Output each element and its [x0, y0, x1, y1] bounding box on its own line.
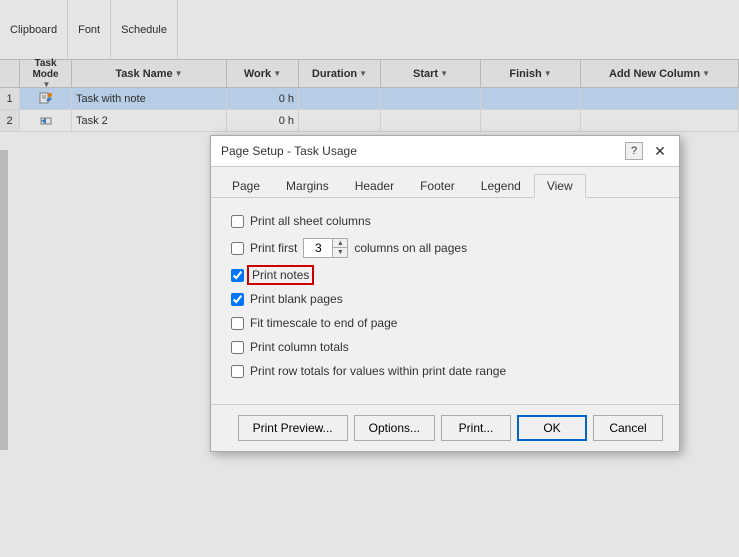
- fit-timescale-label: Fit timescale to end of page: [250, 316, 397, 330]
- tab-margins[interactable]: Margins: [273, 174, 342, 198]
- print-notes-checkbox[interactable]: [231, 269, 244, 282]
- option-print-col-totals: Print column totals: [231, 340, 659, 354]
- print-all-sheet-checkbox[interactable]: [231, 215, 244, 228]
- dialog-controls: ? ✕: [625, 142, 669, 160]
- dialog-footer: Print Preview... Options... Print... OK …: [211, 404, 679, 451]
- option-fit-timescale: Fit timescale to end of page: [231, 316, 659, 330]
- print-row-totals-checkbox[interactable]: [231, 365, 244, 378]
- option-print-first: Print first ▲ ▼ columns on all pages: [231, 238, 659, 258]
- tab-bar: Page Margins Header Footer Legend View: [211, 167, 679, 198]
- option-print-blank: Print blank pages: [231, 292, 659, 306]
- spinner-arrows: ▲ ▼: [332, 239, 347, 257]
- option-print-notes: Print notes: [231, 268, 659, 282]
- option-print-row-totals: Print row totals for values within print…: [231, 364, 659, 378]
- close-button[interactable]: ✕: [651, 142, 669, 160]
- dialog-content: Print all sheet columns Print first ▲ ▼ …: [211, 198, 679, 404]
- dialog-titlebar: Page Setup - Task Usage ? ✕: [211, 136, 679, 167]
- tab-legend[interactable]: Legend: [468, 174, 534, 198]
- print-first-suffix: columns on all pages: [354, 241, 467, 255]
- spinner-down-arrow[interactable]: ▼: [333, 248, 347, 257]
- print-col-totals-checkbox[interactable]: [231, 341, 244, 354]
- print-first-checkbox[interactable]: [231, 242, 244, 255]
- options-button[interactable]: Options...: [354, 415, 435, 441]
- tab-view[interactable]: View: [534, 174, 586, 198]
- print-all-sheet-label: Print all sheet columns: [250, 214, 371, 228]
- option-print-all-sheet: Print all sheet columns: [231, 214, 659, 228]
- tab-page[interactable]: Page: [219, 174, 273, 198]
- print-first-input[interactable]: [304, 239, 332, 257]
- fit-timescale-checkbox[interactable]: [231, 317, 244, 330]
- print-blank-label: Print blank pages: [250, 292, 343, 306]
- print-notes-label: Print notes: [250, 268, 311, 282]
- cancel-button[interactable]: Cancel: [593, 415, 663, 441]
- print-preview-button[interactable]: Print Preview...: [238, 415, 348, 441]
- print-row-totals-label: Print row totals for values within print…: [250, 364, 506, 378]
- help-button[interactable]: ?: [625, 142, 643, 160]
- spinner-up-arrow[interactable]: ▲: [333, 239, 347, 248]
- print-first-label: Print first: [250, 241, 297, 255]
- tab-header[interactable]: Header: [342, 174, 407, 198]
- print-button[interactable]: Print...: [441, 415, 511, 441]
- print-col-totals-label: Print column totals: [250, 340, 349, 354]
- print-first-spinner: ▲ ▼: [303, 238, 348, 258]
- page-setup-dialog: Page Setup - Task Usage ? ✕ Page Margins…: [210, 135, 680, 452]
- ok-button[interactable]: OK: [517, 415, 587, 441]
- print-blank-checkbox[interactable]: [231, 293, 244, 306]
- tab-footer[interactable]: Footer: [407, 174, 468, 198]
- dialog-title: Page Setup - Task Usage: [221, 144, 357, 158]
